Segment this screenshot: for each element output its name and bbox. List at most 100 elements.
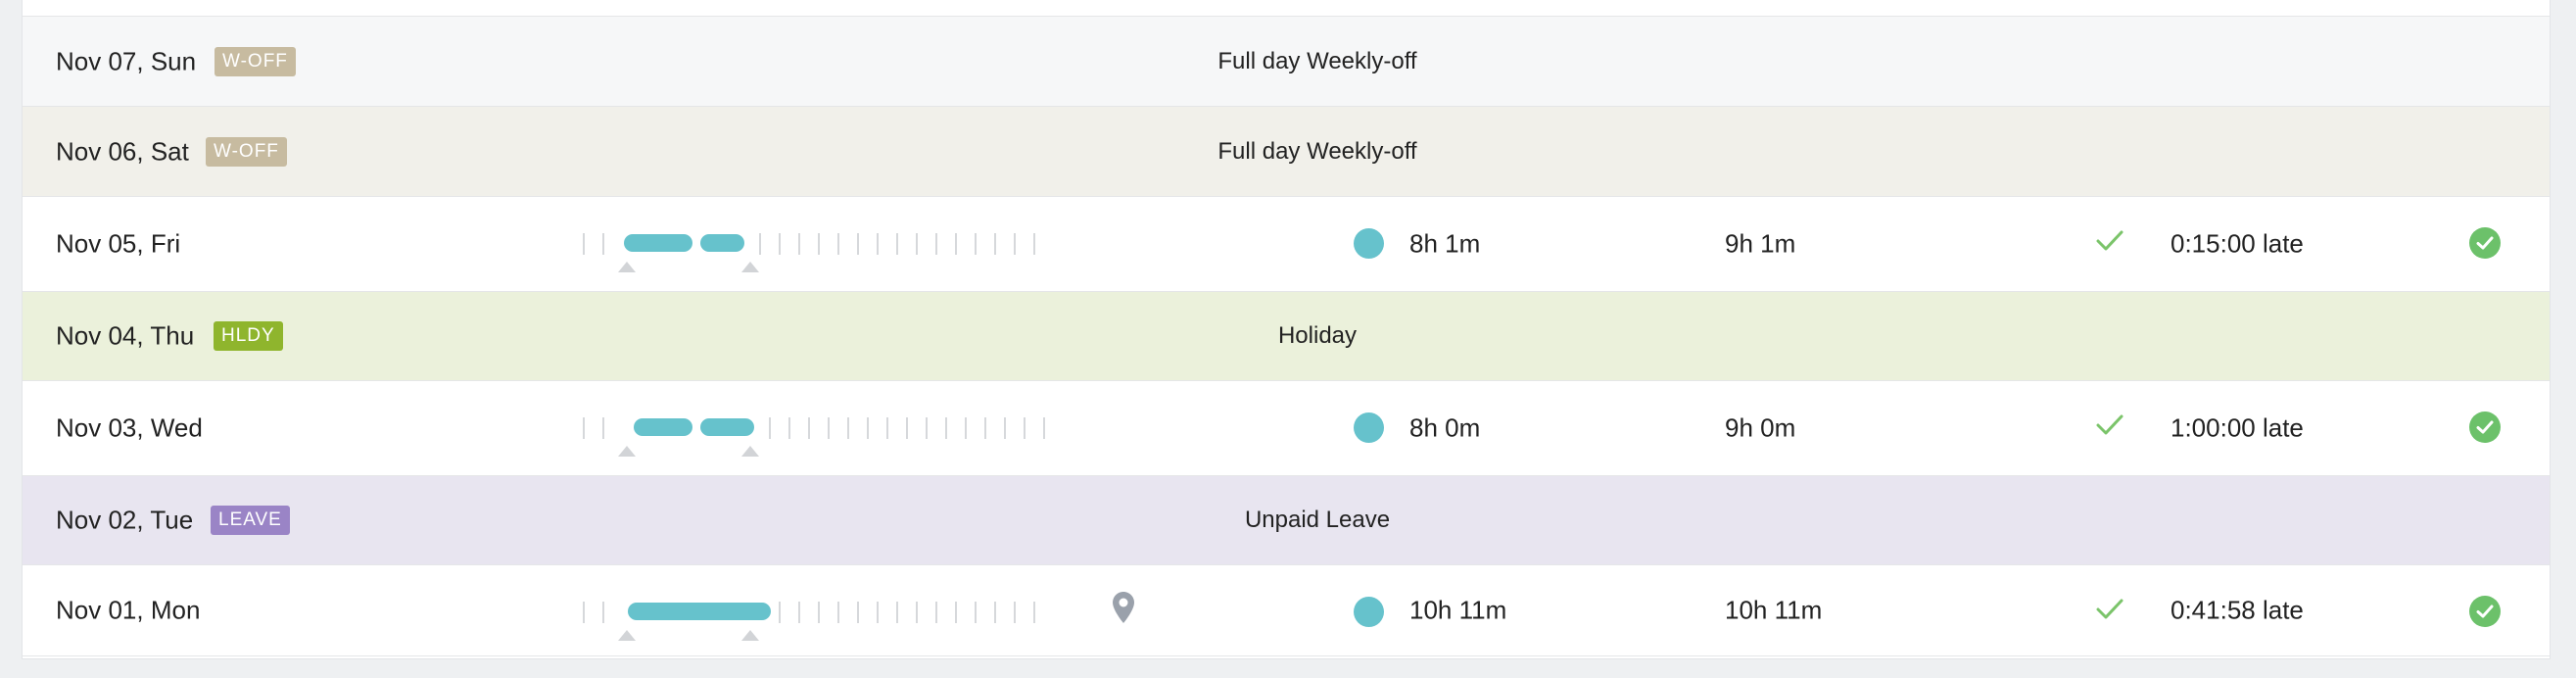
timeline-tick xyxy=(779,233,781,255)
timeline-tick xyxy=(867,417,869,439)
row-date: Nov 05, Fri xyxy=(56,228,181,259)
shift-end-marker xyxy=(741,446,759,457)
checkmark-icon xyxy=(2096,230,2123,251)
holiday-badge: HLDY xyxy=(214,321,283,351)
table-row[interactable]: Nov 05, Fri 8h 1m 9h 1m 0:15:00 late xyxy=(23,197,2550,292)
timeline-tick xyxy=(945,417,947,439)
table-row[interactable]: Nov 02, Tue LEAVE Unpaid Leave xyxy=(23,476,2550,565)
timeline-tick xyxy=(602,602,604,623)
timeline-tick xyxy=(1033,233,1035,255)
timeline-tick xyxy=(808,417,810,439)
timeline-tick xyxy=(602,417,604,439)
timeline-tick xyxy=(857,233,859,255)
timeline-tick xyxy=(837,233,839,255)
shift-timeline[interactable] xyxy=(583,197,1073,291)
table-row[interactable]: Nov 06, Sat W-OFF Full day Weekly-off xyxy=(23,107,2550,197)
row-date: Nov 06, Sat xyxy=(56,136,189,166)
timeline-tick xyxy=(779,602,781,623)
table-row[interactable]: Nov 03, Wed 8h 0m 9h 0m 1:00:00 late xyxy=(23,381,2550,476)
timeline-tick xyxy=(583,602,585,623)
weekly-off-badge: W-OFF xyxy=(206,136,287,167)
presence-dot xyxy=(1354,597,1384,627)
timeline-tick xyxy=(828,417,830,439)
timeline-tick xyxy=(798,233,800,255)
shift-start-marker xyxy=(618,262,636,272)
timeline-tick xyxy=(955,602,957,623)
row-date: Nov 02, Tue xyxy=(56,505,194,535)
shift-start-marker xyxy=(618,446,636,457)
row-date: Nov 04, Thu xyxy=(56,320,195,351)
shift-end-marker xyxy=(741,262,759,272)
arrival-status: 0:41:58 late xyxy=(2171,595,2304,625)
day-status-label: Full day Weekly-off xyxy=(1217,47,1417,74)
timeline-tick xyxy=(769,417,771,439)
timeline-tick xyxy=(798,602,800,623)
timeline-tick xyxy=(916,602,918,623)
timeline-tick xyxy=(994,602,996,623)
check-circle-icon[interactable] xyxy=(2469,227,2501,259)
timeline-tick xyxy=(935,602,937,623)
timeline-tick xyxy=(1043,417,1045,439)
day-status-label: Holiday xyxy=(1277,322,1358,349)
row-date: Nov 07, Sun xyxy=(56,46,197,75)
gross-hours: 9h 1m xyxy=(1725,228,1796,259)
timeline-tick xyxy=(877,233,879,255)
timeline-tick xyxy=(896,233,898,255)
timeline-tick xyxy=(847,417,849,439)
presence-dot xyxy=(1354,412,1384,443)
leave-badge: LEAVE xyxy=(211,506,290,535)
shift-start-marker xyxy=(618,630,636,641)
work-session-bar[interactable] xyxy=(628,603,771,620)
timeline-tick xyxy=(886,417,888,439)
timeline-tick xyxy=(1004,417,1006,439)
table-top-border xyxy=(23,0,2550,17)
timeline-tick xyxy=(955,233,957,255)
timeline-tick xyxy=(935,233,937,255)
work-session-bar[interactable] xyxy=(634,418,692,436)
day-status-label: Unpaid Leave xyxy=(1244,507,1391,533)
timeline-tick xyxy=(788,417,790,439)
timeline-tick xyxy=(965,417,967,439)
day-status-label: Full day Weekly-off xyxy=(1217,137,1417,165)
timeline-tick xyxy=(975,602,977,623)
timeline-tick xyxy=(906,417,908,439)
timeline-tick xyxy=(916,233,918,255)
work-session-bar[interactable] xyxy=(624,234,692,252)
timeline-tick xyxy=(837,602,839,623)
timeline-tick xyxy=(1014,233,1016,255)
shift-timeline[interactable] xyxy=(583,565,1073,655)
row-date: Nov 03, Wed xyxy=(56,412,203,443)
timeline-tick xyxy=(1024,417,1026,439)
timeline-tick xyxy=(818,602,820,623)
table-row[interactable]: Nov 01, Mon 10h 11m 10h 11m 0:41:58 late xyxy=(23,565,2550,656)
timeline-tick xyxy=(984,417,986,439)
effective-hours: 8h 0m xyxy=(1409,412,1481,443)
arrival-status: 1:00:00 late xyxy=(2171,412,2304,443)
timeline-tick xyxy=(583,417,585,439)
table-row[interactable]: Nov 07, Sun W-OFF Full day Weekly-off xyxy=(23,17,2550,107)
timeline-tick xyxy=(818,233,820,255)
checkmark-icon xyxy=(2096,414,2123,435)
checkmark-icon xyxy=(2096,599,2123,619)
location-pin-icon[interactable] xyxy=(1112,591,1135,624)
timeline-tick xyxy=(994,233,996,255)
row-date: Nov 01, Mon xyxy=(56,595,201,625)
work-session-bar[interactable] xyxy=(700,418,754,436)
effective-hours: 10h 11m xyxy=(1409,595,1507,625)
timeline-tick xyxy=(975,233,977,255)
weekly-off-badge: W-OFF xyxy=(215,46,296,76)
timeline-tick xyxy=(1014,602,1016,623)
effective-hours: 8h 1m xyxy=(1409,228,1481,259)
check-circle-icon[interactable] xyxy=(2469,596,2501,627)
check-circle-icon[interactable] xyxy=(2469,412,2501,443)
work-session-bar[interactable] xyxy=(700,234,744,252)
gross-hours: 9h 0m xyxy=(1725,412,1796,443)
presence-dot xyxy=(1354,228,1384,259)
table-row[interactable]: Nov 04, Thu HLDY Holiday xyxy=(23,292,2550,381)
timeline-tick xyxy=(896,602,898,623)
arrival-status: 0:15:00 late xyxy=(2171,228,2304,259)
timeline-tick xyxy=(759,233,761,255)
shift-timeline[interactable] xyxy=(583,381,1073,475)
timeline-tick xyxy=(926,417,928,439)
timeline-tick xyxy=(1033,602,1035,623)
